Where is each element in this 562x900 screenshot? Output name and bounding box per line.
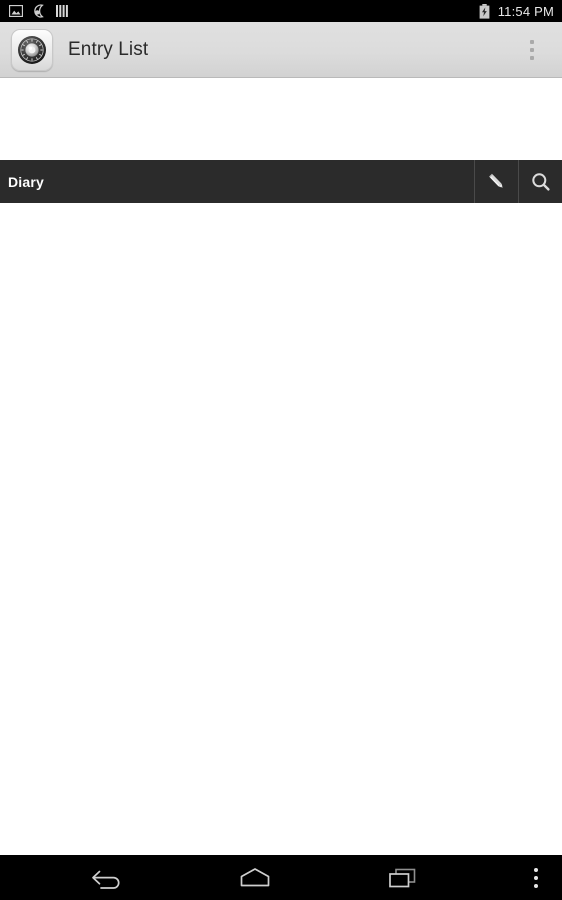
section-title: Diary (8, 173, 45, 190)
battery-charging-icon (477, 3, 493, 19)
overflow-menu-icon[interactable] (512, 22, 552, 78)
screenshot-icon (8, 3, 24, 19)
diary-section-header: Diary (0, 160, 562, 203)
do-not-disturb-moon-icon (31, 3, 47, 19)
nav-overflow-dot (534, 883, 538, 888)
android-navigation-bar (0, 855, 562, 900)
status-bar: 11:54 PM (0, 0, 562, 22)
vault-dial-icon[interactable] (11, 28, 53, 71)
overflow-dot (530, 39, 534, 44)
recents-icon[interactable] (363, 855, 443, 900)
status-bar-right: 11:54 PM (477, 3, 554, 19)
content-top-spacer (0, 78, 562, 160)
action-bar: Entry List (0, 22, 562, 78)
compose-pencil-icon[interactable] (474, 160, 518, 203)
entry-list-body[interactable] (0, 203, 562, 855)
home-icon[interactable] (215, 855, 295, 900)
status-bar-left-icons (8, 3, 70, 19)
search-icon[interactable] (518, 160, 562, 203)
equalizer-bars-icon (54, 3, 70, 19)
overflow-dot (530, 47, 534, 52)
nav-overflow-dot (534, 875, 538, 880)
status-bar-clock: 11:54 PM (497, 3, 554, 19)
page-title: Entry List (68, 38, 149, 60)
nav-overflow-icon[interactable] (510, 855, 562, 900)
overflow-dot (530, 55, 534, 60)
back-icon[interactable] (68, 855, 148, 900)
nav-overflow-dot (534, 867, 538, 872)
